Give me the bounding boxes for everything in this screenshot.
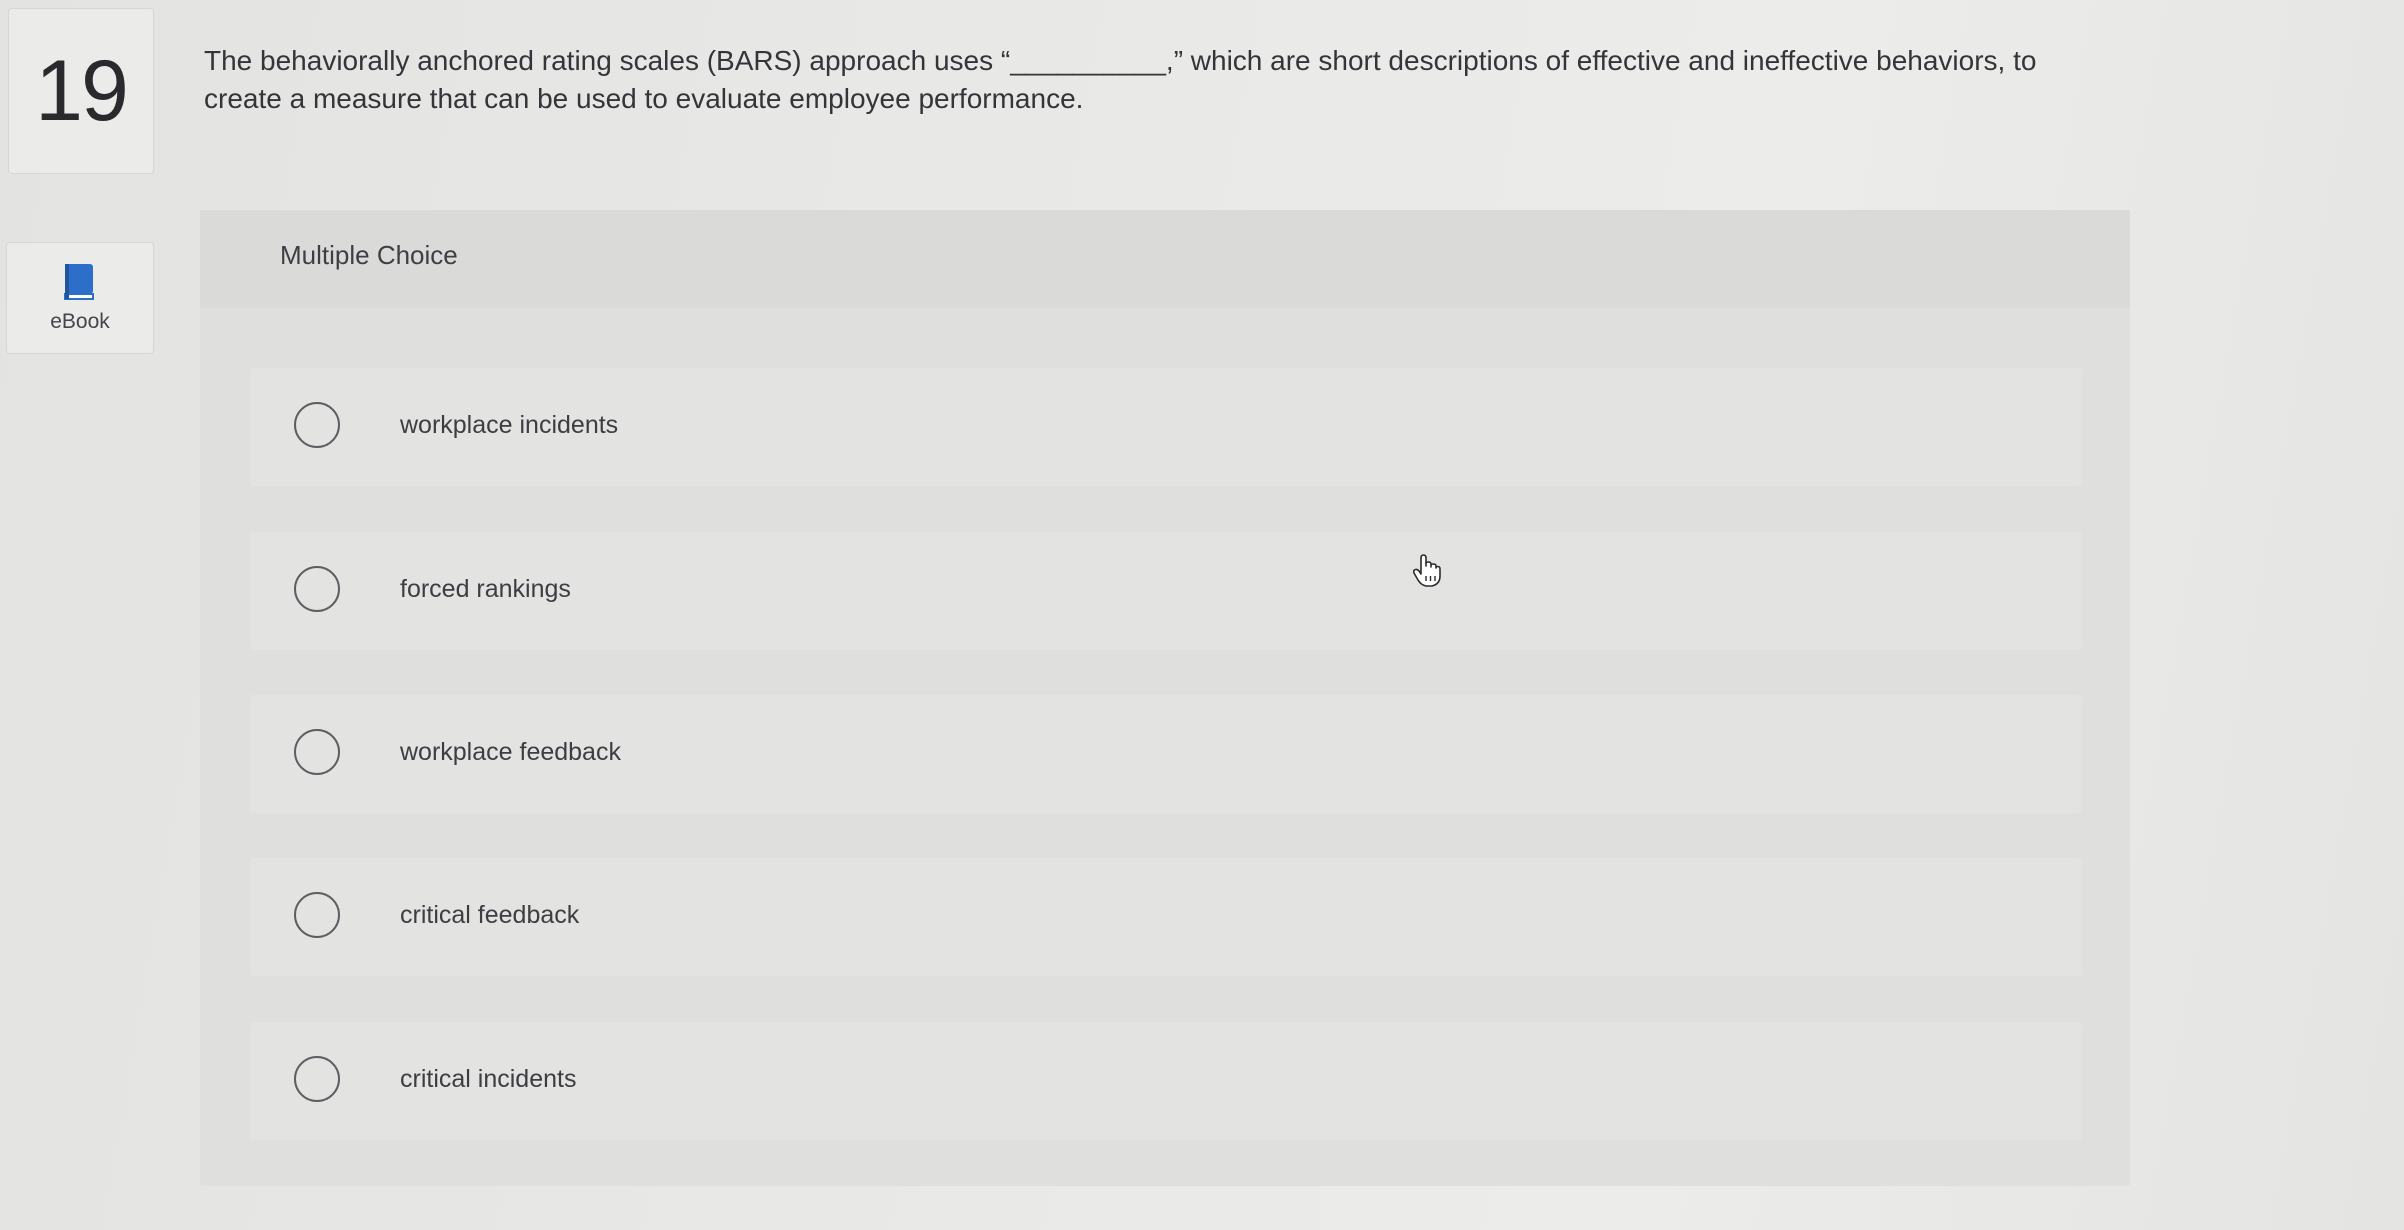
book-icon — [64, 264, 94, 300]
option-label[interactable]: critical feedback — [400, 901, 579, 930]
radio-button[interactable] — [294, 1056, 340, 1102]
question-type-label: Multiple Choice — [280, 240, 458, 270]
question-number-box: 19 — [8, 8, 154, 174]
option-label[interactable]: critical incidents — [400, 1065, 576, 1094]
hand-cursor-icon — [1412, 554, 1441, 587]
question-text: The behaviorally anchored rating scales … — [204, 45, 2037, 114]
answer-option[interactable]: critical feedback — [250, 858, 2082, 976]
answer-option[interactable]: workplace feedback — [250, 695, 2082, 813]
radio-button[interactable] — [294, 729, 340, 775]
answer-option[interactable]: workplace incidents — [250, 368, 2082, 486]
option-label[interactable]: workplace incidents — [400, 411, 618, 440]
option-label[interactable]: workplace feedback — [400, 738, 621, 767]
answer-panel: Multiple Choice workplace incidents forc… — [200, 210, 2130, 1186]
ebook-button[interactable]: eBook — [6, 242, 154, 354]
radio-button[interactable] — [294, 566, 340, 612]
option-label[interactable]: forced rankings — [400, 575, 571, 604]
radio-button[interactable] — [294, 892, 340, 938]
radio-button[interactable] — [294, 402, 340, 448]
answer-option[interactable]: critical incidents — [250, 1022, 2082, 1140]
panel-header: Multiple Choice — [200, 210, 2130, 308]
ebook-label: eBook — [50, 310, 110, 333]
answer-option[interactable]: forced rankings — [250, 532, 2082, 650]
question-number: 19 — [35, 42, 129, 139]
